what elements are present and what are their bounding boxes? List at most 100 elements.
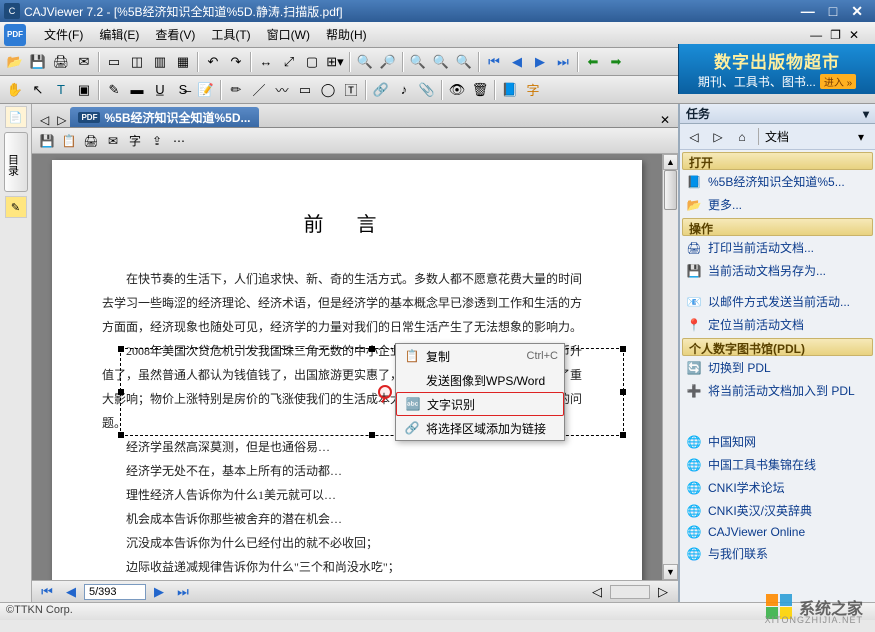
- rotate-left-icon[interactable]: ↶: [202, 51, 224, 73]
- ctx-ocr[interactable]: 🔤文字识别: [396, 392, 564, 416]
- link-contact[interactable]: 🌐与我们联系: [682, 542, 873, 565]
- qb-save-icon[interactable]: 💾: [38, 132, 56, 150]
- nav-prev-icon[interactable]: ◀: [60, 581, 82, 603]
- strike-icon[interactable]: S̶: [172, 79, 194, 101]
- search-icon[interactable]: 🔍: [453, 51, 475, 73]
- ctx-send-image[interactable]: 发送图像到WPS/Word: [396, 368, 564, 392]
- print-icon[interactable]: 🖨: [50, 51, 72, 73]
- hscroll-left-icon[interactable]: ◁: [586, 581, 608, 603]
- back-icon[interactable]: ⬅: [582, 51, 604, 73]
- pointer-tool-icon[interactable]: ↖: [27, 79, 49, 101]
- sidebar-notes-icon[interactable]: 📄: [5, 106, 27, 128]
- area-select-icon[interactable]: ▣: [73, 79, 95, 101]
- text-select-icon[interactable]: T: [50, 79, 72, 101]
- tab-prev-icon[interactable]: ◁: [36, 113, 53, 127]
- open-more-item[interactable]: 📂更多...: [682, 193, 873, 216]
- layout1-icon[interactable]: ▭: [103, 51, 125, 73]
- annotate-icon[interactable]: ✎: [103, 79, 125, 101]
- task-doc-tab[interactable]: 文档: [758, 128, 789, 145]
- scroll-up-icon[interactable]: ▲: [663, 154, 678, 170]
- scroll-thumb[interactable]: [664, 170, 677, 210]
- doc-restore-button[interactable]: ❐: [830, 28, 841, 42]
- doc-close-button[interactable]: ✕: [849, 28, 859, 42]
- banner-go-button[interactable]: 进入 »: [820, 74, 856, 89]
- task-home-icon[interactable]: ⌂: [732, 127, 752, 147]
- link-tools[interactable]: 🌐中国工具书集锦在线: [682, 453, 873, 476]
- nav-first-icon[interactable]: ⏮: [36, 581, 58, 603]
- find-next-icon[interactable]: 🔍: [430, 51, 452, 73]
- first-page-icon[interactable]: ⏮: [483, 51, 505, 73]
- qb-more-icon[interactable]: ⋯: [170, 132, 188, 150]
- tab-next-icon[interactable]: ▷: [53, 113, 70, 127]
- fit-page-icon[interactable]: ⤢: [278, 51, 300, 73]
- link-icon[interactable]: 🔗: [370, 79, 392, 101]
- layout2-icon[interactable]: ◫: [126, 51, 148, 73]
- qb-export-icon[interactable]: ⇪: [148, 132, 166, 150]
- prev-page-icon[interactable]: ◀: [506, 51, 528, 73]
- maximize-button[interactable]: □: [829, 3, 837, 20]
- link-dict[interactable]: 🌐CNKI英汉/汉英辞典: [682, 499, 873, 522]
- delete-annot-icon[interactable]: 🗑: [469, 79, 491, 101]
- link-online[interactable]: 🌐CAJViewer Online: [682, 522, 873, 542]
- menu-tool[interactable]: 工具(T): [203, 24, 258, 45]
- pencil-icon[interactable]: ✏: [225, 79, 247, 101]
- mail-icon[interactable]: ✉: [73, 51, 95, 73]
- menu-view[interactable]: 查看(V): [147, 24, 203, 45]
- save-icon[interactable]: 💾: [27, 51, 49, 73]
- sidebar-outline-tab[interactable]: 目录: [4, 132, 28, 192]
- op-print-item[interactable]: 🖨打印当前活动文档...: [682, 236, 873, 259]
- ctx-add-link[interactable]: 🔗将选择区域添加为链接: [396, 416, 564, 440]
- op-mail-item[interactable]: 📧以邮件方式发送当前活动...: [682, 290, 873, 313]
- link-cnki[interactable]: 🌐中国知网: [682, 430, 873, 453]
- task-panel-dropdown-icon[interactable]: ▾: [863, 107, 869, 121]
- menu-window[interactable]: 窗口(W): [259, 24, 318, 45]
- nav-next-icon[interactable]: ▶: [148, 581, 170, 603]
- fit-width-icon[interactable]: ↔: [255, 51, 277, 73]
- pdl-add-item[interactable]: ➕将当前活动文档加入到 PDL: [682, 379, 873, 402]
- highlight-icon[interactable]: ▬: [126, 79, 148, 101]
- sidebar-highlight-icon[interactable]: ✎: [5, 196, 27, 218]
- ctx-copy[interactable]: 📋复制Ctrl+C: [396, 344, 564, 368]
- text-box-icon[interactable]: 🅃: [340, 79, 362, 101]
- op-saveas-item[interactable]: 💾当前活动文档另存为...: [682, 259, 873, 282]
- pdl-switch-item[interactable]: 🔄切换到 PDL: [682, 356, 873, 379]
- vertical-scrollbar[interactable]: ▲ ▼: [662, 154, 678, 580]
- menu-help[interactable]: 帮助(H): [318, 24, 375, 45]
- rotate-right-icon[interactable]: ↷: [225, 51, 247, 73]
- zoom-dropdown-icon[interactable]: ⊞▾: [324, 51, 346, 73]
- find-icon[interactable]: 🔍: [407, 51, 429, 73]
- next-page-icon[interactable]: ▶: [529, 51, 551, 73]
- open-recent-item[interactable]: 📘%5B经济知识全知道%5...: [682, 170, 873, 193]
- underline-icon[interactable]: U̲: [149, 79, 171, 101]
- ellipse-icon[interactable]: ◯: [317, 79, 339, 101]
- curve-icon[interactable]: 〰: [271, 79, 293, 101]
- page-number-input[interactable]: [84, 584, 146, 600]
- audio-icon[interactable]: ♪: [393, 79, 415, 101]
- forward-icon[interactable]: ➡: [605, 51, 627, 73]
- minimize-button[interactable]: —: [801, 3, 815, 20]
- scroll-down-icon[interactable]: ▼: [663, 564, 678, 580]
- line-icon[interactable]: ／: [248, 79, 270, 101]
- hscroll-right-icon[interactable]: ▷: [652, 581, 674, 603]
- last-page-icon[interactable]: ⏭: [552, 51, 574, 73]
- hand-tool-icon[interactable]: ✋: [4, 79, 26, 101]
- document-tab[interactable]: PDF %5B经济知识全知道%5D...: [70, 107, 258, 127]
- qb-print-icon[interactable]: 🖨: [82, 132, 100, 150]
- link-forum[interactable]: 🌐CNKI学术论坛: [682, 476, 873, 499]
- advert-banner[interactable]: 数字出版物超市 期刊、工具书、图书...进入 »: [678, 44, 875, 94]
- nav-last-icon[interactable]: ⏭: [172, 581, 194, 603]
- hscroll-track[interactable]: [610, 585, 650, 599]
- tab-close-icon[interactable]: ✕: [656, 113, 674, 127]
- close-button[interactable]: ✕: [851, 3, 863, 20]
- layout4-icon[interactable]: ▦: [172, 51, 194, 73]
- zoom-in-icon[interactable]: 🔎: [377, 51, 399, 73]
- qb-ocr-icon[interactable]: 字: [126, 132, 144, 150]
- task-back-icon[interactable]: ◁: [684, 127, 704, 147]
- rect-icon[interactable]: ▭: [294, 79, 316, 101]
- layout3-icon[interactable]: ▥: [149, 51, 171, 73]
- dict-icon[interactable]: 📘: [499, 79, 521, 101]
- ocr-tool-icon[interactable]: 字: [522, 79, 544, 101]
- open-icon[interactable]: 📂: [4, 51, 26, 73]
- qb-mail-icon[interactable]: ✉: [104, 132, 122, 150]
- qb-copy-icon[interactable]: 📋: [60, 132, 78, 150]
